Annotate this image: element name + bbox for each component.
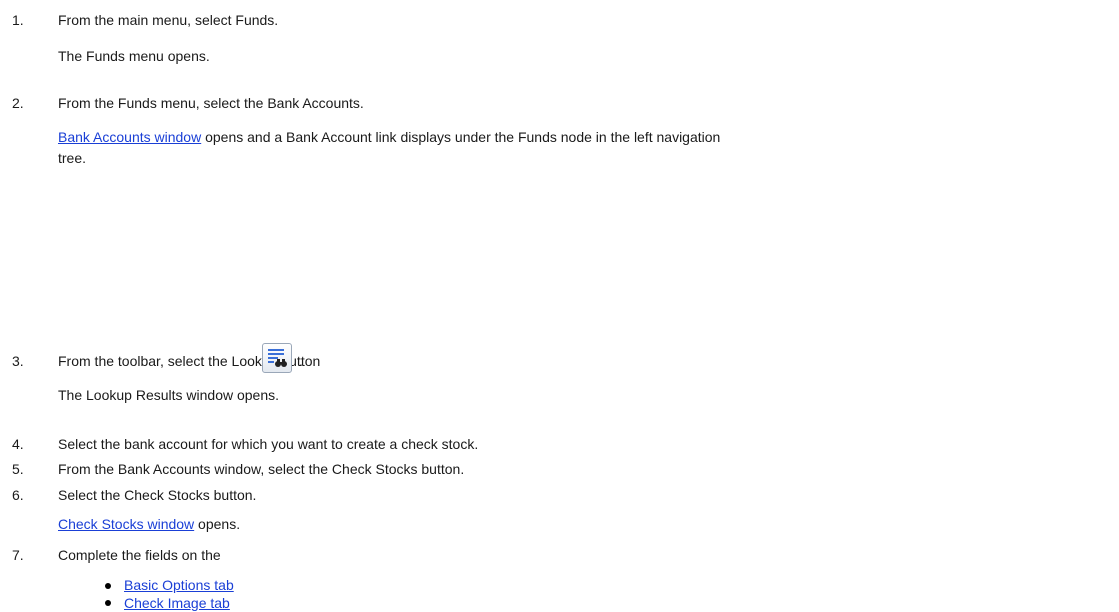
step-text: Complete the fields on the [58,547,221,563]
step-text: From the main menu, select Funds. [58,12,279,28]
basic-options-tab-link[interactable]: Basic Options tab [124,577,234,593]
step-number: 1. [12,12,24,28]
bullet-icon [105,583,111,589]
check-image-tab-link[interactable]: Check Image tab [124,595,230,611]
check-stocks-window-link[interactable]: Check Stocks window [58,516,194,532]
step-number: 3. [12,353,24,369]
step-result-text: opens. [194,516,241,532]
step-number: 5. [12,461,24,477]
step-text: Select the Check Stocks button. [58,487,257,503]
step-result-text: opens and a Bank Account link displays u… [201,129,721,145]
step-result: Check Stocks window opens. [58,515,240,533]
step-number: 6. [12,487,24,503]
step-result: The Lookup Results window opens. [58,387,280,403]
step-number: 7. [12,547,24,563]
bullet-icon [105,600,111,606]
step-text: Select the bank account for which you wa… [58,436,479,452]
lookup-button[interactable] [262,343,292,373]
tab-link-check-image[interactable]: Check Image tab [124,594,230,612]
binoculars-list-icon [268,349,287,367]
step-text: From the Bank Accounts window, select th… [58,461,465,477]
step-result-wrap: tree. [58,150,87,166]
step-text: From the Funds menu, select the Bank Acc… [58,95,364,111]
tab-link-basic-options[interactable]: Basic Options tab [124,576,234,594]
step-number: 4. [12,436,24,452]
step-result: The Funds menu opens. [58,48,210,64]
bank-accounts-window-link[interactable]: Bank Accounts window [58,129,201,145]
step-number: 2. [12,95,24,111]
step-text-period: . [299,353,303,369]
step-result: Bank Accounts window opens and a Bank Ac… [58,128,720,146]
